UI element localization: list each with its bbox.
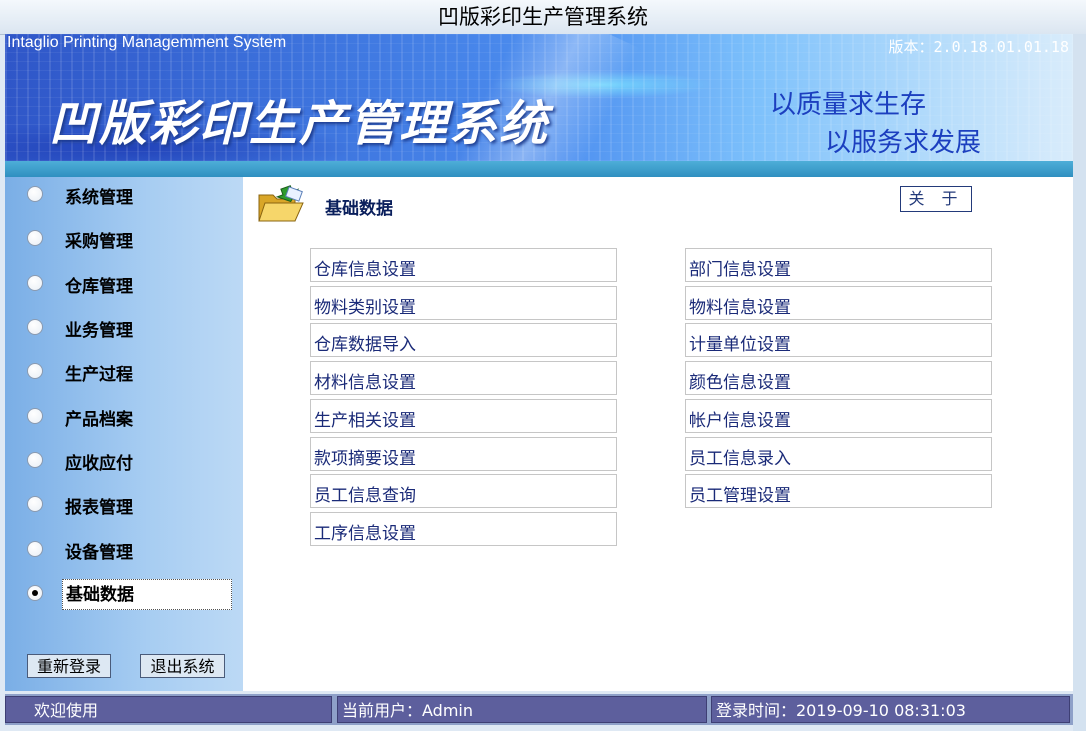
link-label: 款项摘要设置 [314, 449, 416, 469]
status-login-time: 登录时间：2019-09-10 08:31:03 [711, 696, 1070, 723]
sidebar-item-label: 采购管理 [65, 232, 133, 252]
link-warehouse-import[interactable]: 仓库数据导入 [310, 323, 617, 357]
status-bar: 欢迎使用 当前用户：Admin 登录时间：2019-09-10 08:31:03 [5, 694, 1073, 725]
sidebar-item-reports[interactable]: 报表管理 [5, 487, 243, 523]
link-payment-summary[interactable]: 款项摘要设置 [310, 437, 617, 471]
link-label: 员工信息查询 [314, 486, 416, 506]
link-label: 仓库信息设置 [314, 260, 416, 280]
link-label: 帐户信息设置 [689, 411, 791, 431]
main-content: 基础数据 关 于 仓库信息设置 物料类别设置 仓库数据导入 材料信息设置 生产相… [243, 177, 1073, 691]
link-raw-material-info[interactable]: 材料信息设置 [310, 361, 617, 395]
radio-icon[interactable] [27, 496, 43, 512]
link-employee-query[interactable]: 员工信息查询 [310, 474, 617, 508]
link-employee-management[interactable]: 员工管理设置 [685, 474, 992, 508]
sidebar-item-purchase[interactable]: 采购管理 [5, 221, 243, 257]
sidebar-item-equipment[interactable]: 设备管理 [5, 532, 243, 568]
sidebar-item-label: 业务管理 [65, 321, 133, 341]
slogan-line-2: 以服务求发展 [825, 128, 982, 158]
link-label: 生产相关设置 [314, 411, 416, 431]
radio-icon[interactable] [27, 275, 43, 291]
link-department-info[interactable]: 部门信息设置 [685, 248, 992, 282]
radio-icon[interactable] [27, 319, 43, 335]
link-label: 计量单位设置 [689, 335, 791, 355]
sidebar-item-label: 产品档案 [65, 410, 133, 430]
radio-icon[interactable] [27, 541, 43, 557]
link-label: 仓库数据导入 [314, 335, 416, 355]
banner: Intaglio Printing Managemment System 版本：… [5, 34, 1073, 161]
sidebar-item-receivables[interactable]: 应收应付 [5, 443, 243, 479]
banner-divider-band [5, 161, 1073, 177]
sidebar-item-label: 仓库管理 [65, 277, 133, 297]
link-color-info[interactable]: 颜色信息设置 [685, 361, 992, 395]
banner-chinese-title: 凹版彩印生产管理系统 [49, 96, 550, 152]
about-button[interactable]: 关 于 [900, 186, 972, 212]
section-title: 基础数据 [325, 199, 393, 219]
link-label: 颜色信息设置 [689, 373, 791, 393]
version-label: 版本：2.0.18.01.01.18 [888, 38, 1069, 56]
radio-checked-icon[interactable] [27, 585, 43, 601]
sidebar-item-system[interactable]: 系统管理 [5, 177, 243, 213]
relogin-button[interactable]: 重新登录 [27, 654, 111, 678]
radio-icon[interactable] [27, 452, 43, 468]
sidebar-item-label: 系统管理 [65, 188, 133, 208]
radio-icon[interactable] [27, 186, 43, 202]
link-employee-entry[interactable]: 员工信息录入 [685, 437, 992, 471]
banner-english-title: Intaglio Printing Managemment System [7, 34, 287, 51]
link-label: 物料类别设置 [314, 298, 416, 318]
sidebar-item-label: 报表管理 [65, 498, 133, 518]
sidebar-item-warehouse[interactable]: 仓库管理 [5, 266, 243, 302]
sidebar-item-label: 设备管理 [65, 543, 133, 563]
sidebar-item-products[interactable]: 产品档案 [5, 399, 243, 435]
link-warehouse-info[interactable]: 仓库信息设置 [310, 248, 617, 282]
sidebar-item-basic-data[interactable]: 基础数据 [5, 576, 243, 612]
sidebar-item-label: 应收应付 [65, 454, 133, 474]
link-unit-settings[interactable]: 计量单位设置 [685, 323, 992, 357]
link-material-category[interactable]: 物料类别设置 [310, 286, 617, 320]
link-production-settings[interactable]: 生产相关设置 [310, 399, 617, 433]
radio-icon[interactable] [27, 408, 43, 424]
radio-icon[interactable] [27, 363, 43, 379]
link-account-info[interactable]: 帐户信息设置 [685, 399, 992, 433]
link-label: 材料信息设置 [314, 373, 416, 393]
sidebar-item-label: 基础数据 [62, 579, 232, 610]
link-label: 部门信息设置 [689, 260, 791, 280]
link-label: 员工信息录入 [689, 449, 791, 469]
folder-open-icon [258, 185, 304, 222]
link-label: 员工管理设置 [689, 486, 791, 506]
link-process-info[interactable]: 工序信息设置 [310, 512, 617, 546]
sidebar-item-business[interactable]: 业务管理 [5, 310, 243, 346]
link-material-info[interactable]: 物料信息设置 [685, 286, 992, 320]
app-window: 凹版彩印生产管理系统 Intaglio Printing Managemment… [0, 0, 1086, 731]
status-current-user: 当前用户：Admin [337, 696, 707, 723]
sidebar-item-production[interactable]: 生产过程 [5, 354, 243, 390]
status-welcome: 欢迎使用 [5, 696, 332, 723]
window-right-edge [1073, 34, 1086, 731]
window-title: 凹版彩印生产管理系统 [0, 0, 1086, 35]
exit-system-button[interactable]: 退出系统 [140, 654, 225, 678]
sidebar: 系统管理 采购管理 仓库管理 业务管理 生产过程 产品档案 应收应付 报表管理 [5, 177, 243, 691]
sidebar-item-label: 生产过程 [65, 365, 133, 385]
link-label: 工序信息设置 [314, 524, 416, 544]
link-label: 物料信息设置 [689, 298, 791, 318]
slogan-line-1: 以质量求生存 [770, 90, 927, 120]
radio-icon[interactable] [27, 230, 43, 246]
